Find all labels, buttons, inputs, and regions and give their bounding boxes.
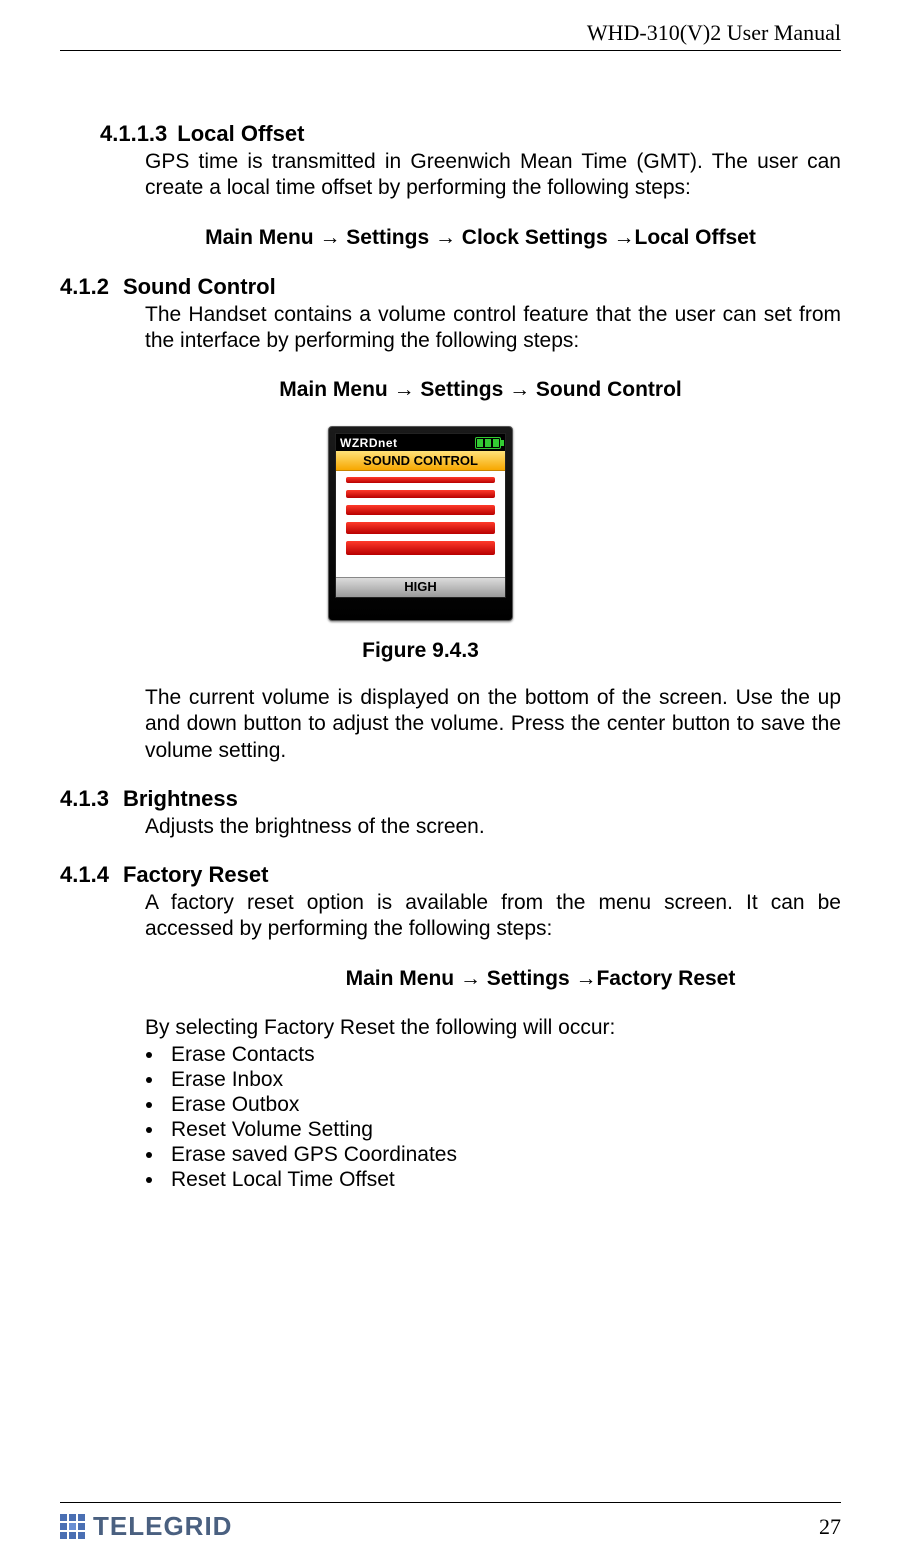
section-414: 4.1.4 Factory Reset A factory reset opti… (60, 862, 841, 1192)
section-413: 4.1.3 Brightness Adjusts the brightness … (60, 786, 841, 840)
section-4113: 4.1.1.3 Local Offset GPS time is transmi… (60, 121, 841, 250)
heading-title: Sound Control (123, 274, 276, 300)
header-rule (60, 50, 841, 51)
heading-number: 4.1.1.3 (100, 121, 167, 147)
heading-factory-reset: 4.1.4 Factory Reset (60, 862, 841, 888)
figure-caption: Figure 9.4.3 (0, 639, 841, 663)
battery-icon (475, 437, 501, 449)
section-412: 4.1.2 Sound Control The Handset contains… (60, 274, 841, 764)
list-item: Erase saved GPS Coordinates (165, 1143, 841, 1167)
menu-path-sound-control: Main Menu → Settings → Sound Control (120, 378, 841, 402)
heading-title: Factory Reset (123, 862, 269, 888)
heading-number: 4.1.3 (60, 786, 109, 812)
list-item: Reset Volume Setting (165, 1118, 841, 1142)
handset-device: WZRDnet SOUND CONTROL HIGH (328, 426, 513, 621)
heading-brightness: 4.1.3 Brightness (60, 786, 841, 812)
volume-bar (346, 505, 495, 515)
footer: TELEGRID 27 (0, 1502, 901, 1542)
telegrid-logo: TELEGRID (60, 1511, 232, 1542)
menu-path-local-offset: Main Menu → Settings → Clock Settings →L… (120, 226, 841, 250)
heading-local-offset: 4.1.1.3 Local Offset (100, 121, 841, 147)
network-label: WZRDnet (340, 436, 398, 450)
logo-text: TELEGRID (93, 1511, 232, 1542)
body-text: The Handset contains a volume control fe… (145, 302, 841, 355)
footer-rule (60, 1502, 841, 1503)
page-number: 27 (819, 1514, 841, 1542)
logo-mark-icon (60, 1514, 85, 1539)
body-text: By selecting Factory Reset the following… (145, 1015, 841, 1041)
volume-bar (346, 541, 495, 555)
volume-bars (336, 471, 505, 577)
body-text: Adjusts the brightness of the screen. (145, 814, 841, 840)
heading-title: Local Offset (177, 121, 304, 147)
body-text: A factory reset option is available from… (145, 890, 841, 943)
document-header-title: WHD-310(V)2 User Manual (60, 20, 841, 46)
body-text: The current volume is displayed on the b… (145, 685, 841, 764)
volume-bar (346, 522, 495, 534)
volume-level-label: HIGH (336, 577, 505, 597)
status-bar: WZRDnet (336, 434, 505, 451)
heading-sound-control: 4.1.2 Sound Control (60, 274, 841, 300)
list-item: Reset Local Time Offset (165, 1168, 841, 1192)
heading-number: 4.1.2 (60, 274, 109, 300)
heading-title: Brightness (123, 786, 238, 812)
volume-bar (346, 477, 495, 483)
heading-number: 4.1.4 (60, 862, 109, 888)
list-item: Erase Outbox (165, 1093, 841, 1117)
body-text: GPS time is transmitted in Greenwich Mea… (145, 149, 841, 202)
handset-screen: WZRDnet SOUND CONTROL HIGH (335, 433, 506, 598)
menu-path-factory-reset: Main Menu → Settings →Factory Reset (240, 967, 841, 991)
factory-reset-list: Erase Contacts Erase Inbox Erase Outbox … (165, 1043, 841, 1192)
screen-title: SOUND CONTROL (336, 451, 505, 471)
list-item: Erase Contacts (165, 1043, 841, 1067)
volume-bar (346, 490, 495, 498)
device-figure-wrap: WZRDnet SOUND CONTROL HIGH (0, 426, 841, 621)
list-item: Erase Inbox (165, 1068, 841, 1092)
